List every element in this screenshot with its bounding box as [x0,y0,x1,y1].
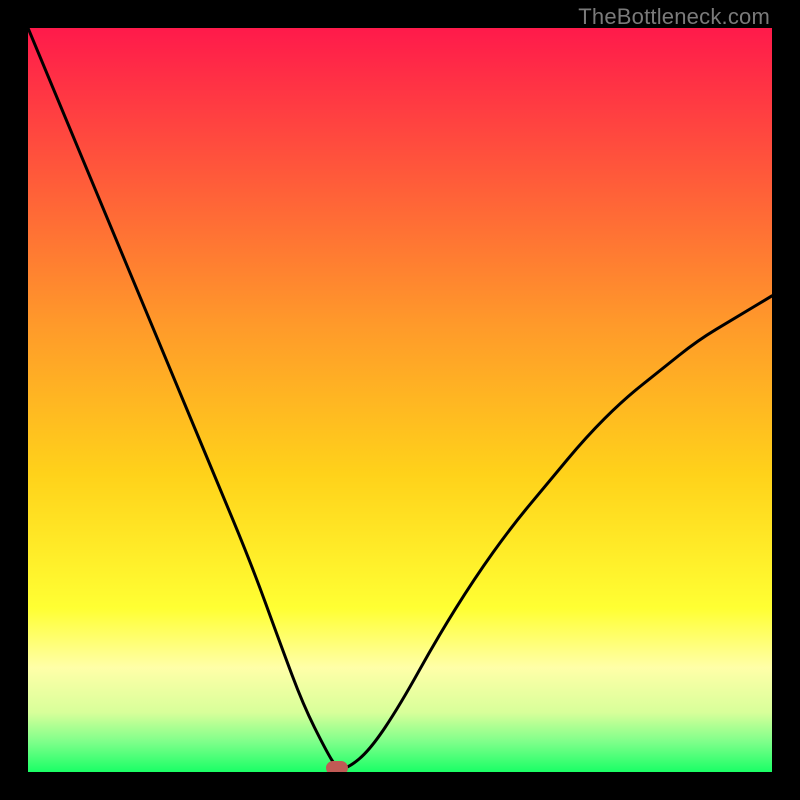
chart-frame: TheBottleneck.com [0,0,800,800]
chart-svg [28,28,772,772]
gradient-background [28,28,772,772]
plot-area [28,28,772,772]
optimal-marker [326,761,348,772]
watermark-text: TheBottleneck.com [578,4,770,30]
